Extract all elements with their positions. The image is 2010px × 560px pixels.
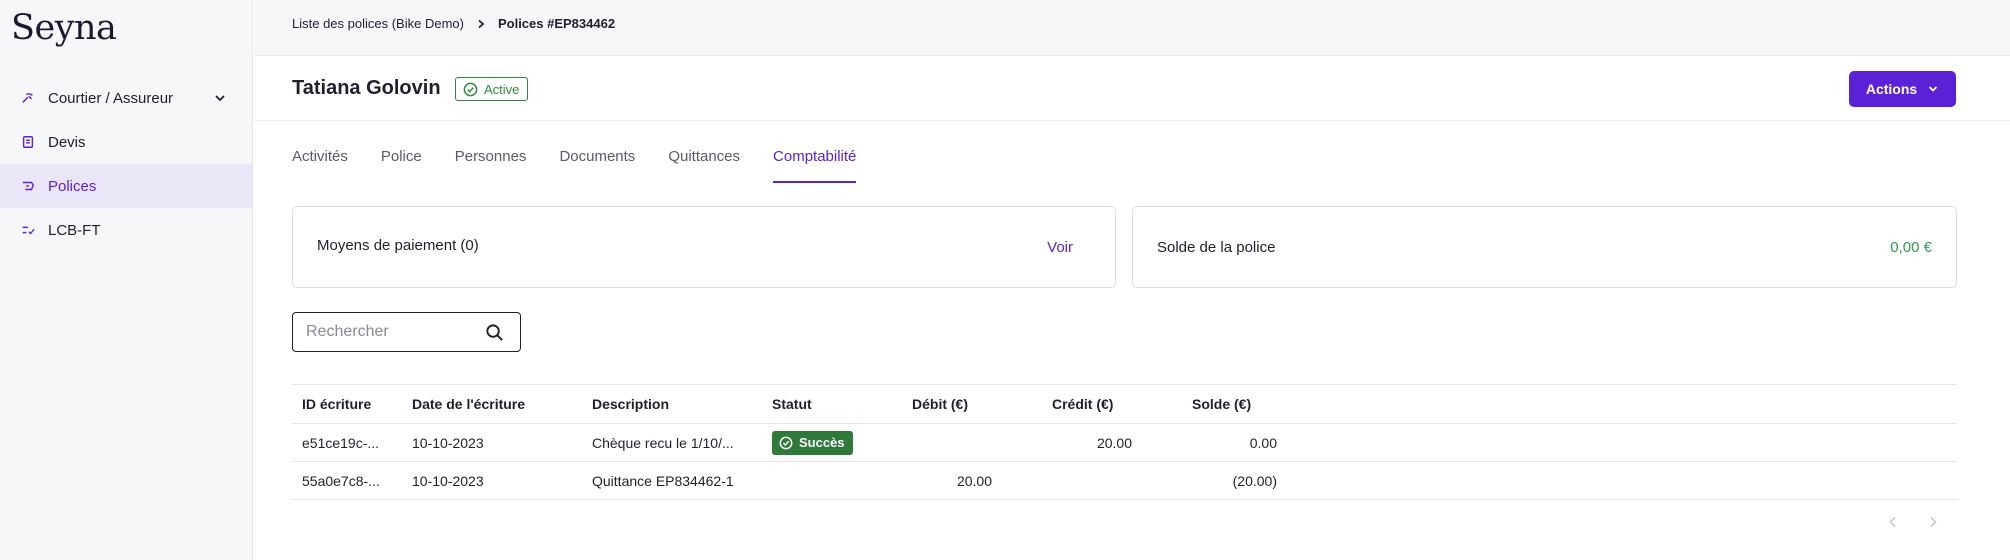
tab-comptabilite[interactable]: Comptabilité xyxy=(773,148,857,183)
tab-police[interactable]: Police xyxy=(381,148,422,183)
chevron-right-icon xyxy=(478,19,485,28)
actions-button[interactable]: Actions xyxy=(1849,71,1956,107)
cell-solde: (20.00) xyxy=(1232,472,1277,489)
table-row[interactable]: e51ce19c-... 10-10-2023 Chèque recu le 1… xyxy=(292,424,1957,462)
sidebar-item-label: LCB-FT xyxy=(48,221,101,239)
sidebar-nav: Courtier / Assureur Devis Polices LCB-FT xyxy=(0,76,253,252)
document-icon xyxy=(20,134,36,150)
tab-activites[interactable]: Activités xyxy=(292,148,348,183)
voir-link[interactable]: Voir xyxy=(1047,239,1073,256)
column-header-description[interactable]: Description xyxy=(592,385,669,423)
sidebar-item-polices[interactable]: Polices xyxy=(0,164,253,208)
column-header-solde[interactable]: Solde (€) xyxy=(1192,385,1314,423)
sidebar-item-label: Polices xyxy=(48,177,97,195)
chevron-down-icon[interactable] xyxy=(213,91,227,105)
tab-quittances[interactable]: Quittances xyxy=(668,148,740,183)
status-badge: Active xyxy=(455,77,529,101)
sidebar-item-courtier-assureur[interactable]: Courtier / Assureur xyxy=(0,76,253,120)
next-page-icon[interactable] xyxy=(1926,515,1940,529)
breadcrumb: Liste des polices (Bike Demo) Polices #E… xyxy=(292,16,615,31)
page-title: Tatiana Golovin xyxy=(292,77,441,99)
search-icon[interactable] xyxy=(485,323,504,342)
policy-icon xyxy=(20,178,36,194)
chevron-down-icon xyxy=(1929,86,1938,92)
breadcrumb-parent-link[interactable]: Liste des polices (Bike Demo) xyxy=(292,16,464,31)
actions-button-label: Actions xyxy=(1865,81,1918,97)
breadcrumb-current: Polices #EP834462 xyxy=(497,16,616,31)
page-header: Tatiana Golovin Active Actions xyxy=(254,57,2010,121)
status-label: Active xyxy=(484,81,520,97)
policy-balance-value: 0,00 € xyxy=(1890,239,1932,256)
app-logo[interactable]: Seyna xyxy=(11,8,117,48)
pagination xyxy=(1886,515,1966,529)
cell-solde: 0.00 xyxy=(1249,434,1277,451)
policy-balance-card: Solde de la police 0,00 € xyxy=(1132,206,1957,288)
top-bar: Liste des polices (Bike Demo) Polices #E… xyxy=(254,0,2010,56)
sidebar-item-label: Courtier / Assureur xyxy=(48,89,174,107)
sidebar-item-label: Devis xyxy=(48,133,86,151)
table-row[interactable]: 55a0e7c8-... 10-10-2023 Quittance EP8344… xyxy=(292,462,1957,500)
tab-personnes[interactable]: Personnes xyxy=(455,148,527,183)
column-header-date[interactable]: Date de l'écriture xyxy=(412,385,525,423)
table-header: ID écriture Date de l'écriture Descripti… xyxy=(292,384,1957,424)
check-circle-icon xyxy=(463,82,478,96)
tab-documents[interactable]: Documents xyxy=(559,148,635,183)
policy-balance-label: Solde de la police xyxy=(1157,239,1276,256)
tab-bar: Activités Police Personnes Documents Qui… xyxy=(292,148,889,183)
column-header-id[interactable]: ID écriture xyxy=(302,385,371,423)
search-input[interactable] xyxy=(306,323,476,341)
column-header-credit[interactable]: Crédit (€) xyxy=(1052,385,1174,423)
previous-page-icon[interactable] xyxy=(1886,515,1900,529)
sidebar-item-devis[interactable]: Devis xyxy=(0,120,253,164)
column-header-debit[interactable]: Débit (€) xyxy=(912,385,1034,423)
column-header-status[interactable]: Statut xyxy=(772,385,812,423)
ledger-table: ID écriture Date de l'écriture Descripti… xyxy=(292,384,1957,500)
search-box xyxy=(292,312,521,352)
broker-icon xyxy=(20,90,36,106)
sidebar-item-lcb-ft[interactable]: LCB-FT xyxy=(0,208,253,252)
checklist-icon xyxy=(20,222,36,238)
payment-methods-label: Moyens de paiement (0) xyxy=(317,237,479,254)
payment-methods-card: Moyens de paiement (0) Voir xyxy=(292,206,1116,288)
sidebar: Seyna Courtier / Assureur Devis Polices xyxy=(0,0,253,560)
